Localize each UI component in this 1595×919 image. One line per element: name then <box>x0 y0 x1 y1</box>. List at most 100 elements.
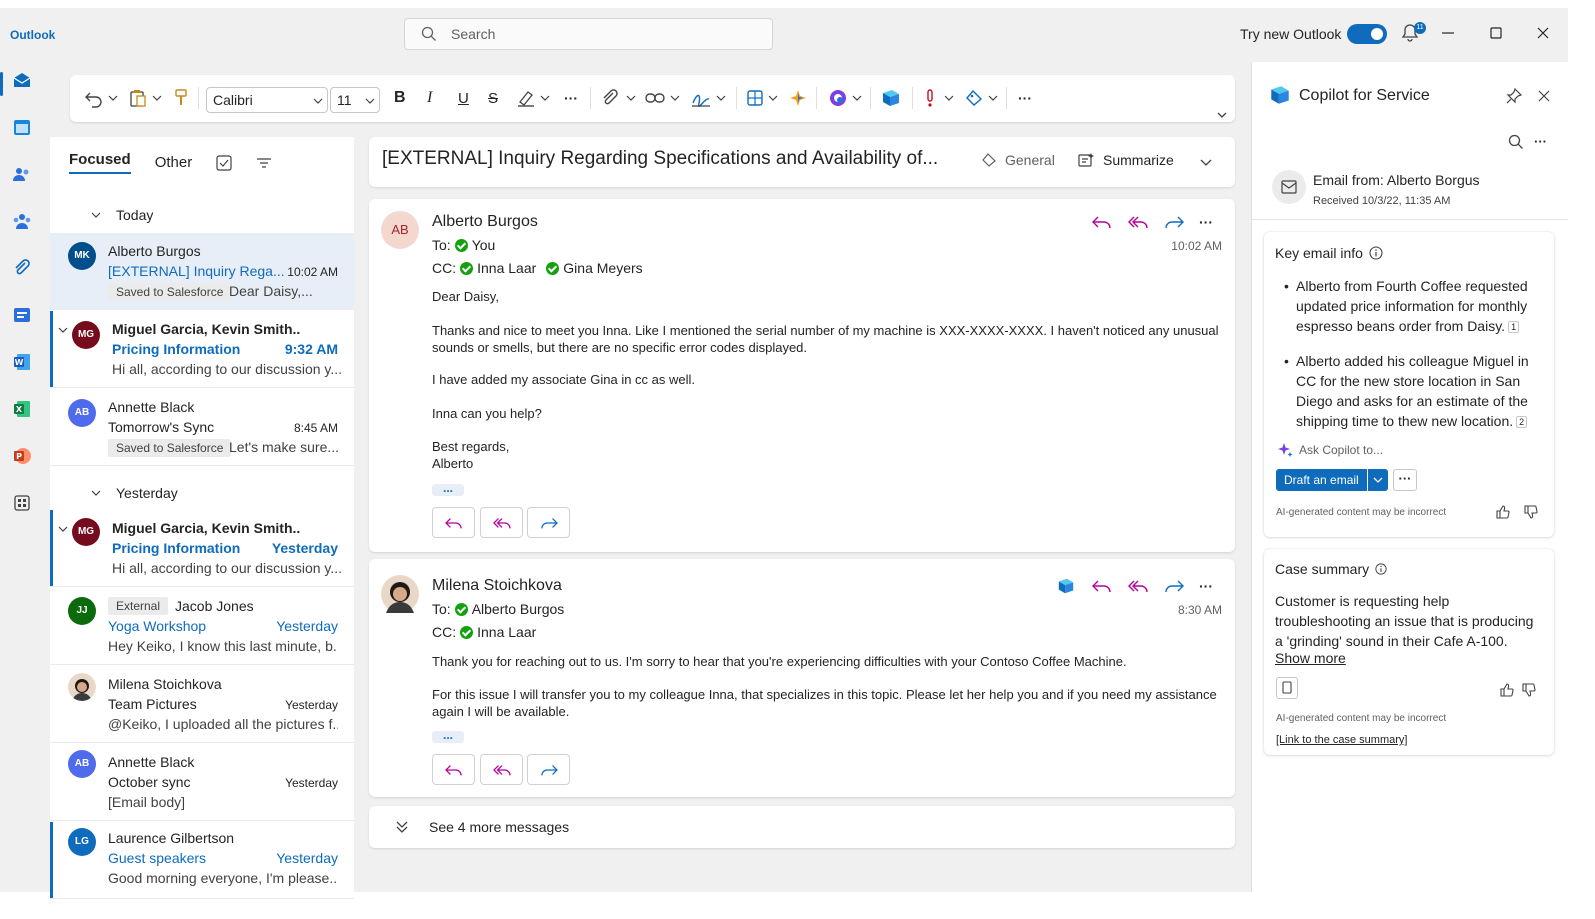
chevron-down-icon[interactable] <box>768 88 778 108</box>
paste-icon[interactable] <box>128 88 148 108</box>
forward-icon[interactable] <box>1163 213 1185 231</box>
citation-ref[interactable]: 1 <box>1508 321 1520 334</box>
group-yesterday[interactable]: Yesterday <box>90 485 178 501</box>
importance-icon[interactable] <box>924 88 936 108</box>
list-item[interactable]: Milena Stoichkova Team Pictures Yesterda… <box>50 666 354 743</box>
recipient[interactable]: Inna Laar <box>477 624 536 640</box>
chevron-down-icon[interactable] <box>108 88 118 108</box>
show-quoted-button[interactable]: ... <box>432 729 464 743</box>
list-item[interactable]: AB Annette Black October sync Yesterday … <box>50 744 354 821</box>
recipient[interactable]: Inna Laar <box>477 260 536 276</box>
list-item[interactable]: MG Miguel Garcia, Kevin Smith.. Pricing … <box>50 311 354 388</box>
font-size-select[interactable]: 11 <box>330 87 380 113</box>
chevron-down-icon[interactable] <box>1372 474 1384 486</box>
recipient[interactable]: Alberto Burgos <box>472 601 565 617</box>
list-item[interactable]: LG Laurence Gilbertson Guest speakers Ye… <box>50 822 354 899</box>
more-apps-icon[interactable] <box>12 493 32 513</box>
case-summary-link[interactable]: [Link to the case summary] <box>1276 734 1407 746</box>
draft-email-button[interactable]: Draft an email <box>1276 473 1367 487</box>
highlight-icon[interactable] <box>516 88 538 108</box>
word-icon[interactable]: W <box>12 352 32 372</box>
italic-button[interactable]: I <box>427 88 432 108</box>
chevron-down-icon[interactable] <box>1199 157 1213 169</box>
mail-icon[interactable] <box>12 70 32 90</box>
thumbs-up-icon[interactable] <box>1500 683 1514 697</box>
search-box[interactable]: Search <box>404 18 773 50</box>
chevron-down-icon[interactable] <box>852 88 862 108</box>
forward-icon[interactable] <box>1163 577 1185 595</box>
search-icon[interactable] <box>1508 134 1524 150</box>
thumbs-down-icon[interactable] <box>1522 683 1536 697</box>
filter-icon[interactable] <box>256 155 272 171</box>
chevron-down-icon[interactable] <box>944 88 954 108</box>
reply-button[interactable] <box>432 754 475 785</box>
copilot-service-icon[interactable] <box>1055 577 1077 595</box>
tab-focused[interactable]: Focused <box>69 151 131 174</box>
bold-button[interactable]: B <box>394 88 406 108</box>
reply-icon[interactable] <box>1091 577 1113 595</box>
reply-all-button[interactable] <box>480 754 523 785</box>
underline-button[interactable]: U <box>458 88 469 108</box>
sensitivity-label[interactable]: General <box>981 152 1055 168</box>
close-icon[interactable] <box>1535 25 1551 41</box>
more-actions-button[interactable]: ··· <box>1199 214 1213 230</box>
attach-icon[interactable] <box>600 88 620 108</box>
chevron-down-icon[interactable] <box>670 88 680 108</box>
reply-button[interactable] <box>432 507 475 538</box>
attachments-icon[interactable] <box>12 258 32 278</box>
info-icon[interactable] <box>1375 563 1387 575</box>
citation-ref[interactable]: 2 <box>1516 416 1528 429</box>
forward-button[interactable] <box>527 754 570 785</box>
chevron-down-icon[interactable] <box>626 88 636 108</box>
list-item[interactable]: JJ External Jacob Jones Yoga Workshop Ye… <box>50 588 354 665</box>
select-icon[interactable] <box>216 154 232 171</box>
summarize-button[interactable]: Summarize <box>1077 152 1174 168</box>
ribbon-expand-chevron-icon[interactable] <box>1216 105 1228 125</box>
link-icon[interactable] <box>644 88 666 108</box>
reply-all-icon[interactable] <box>1127 577 1149 595</box>
try-new-outlook-toggle[interactable] <box>1347 24 1387 44</box>
chevron-down-icon[interactable] <box>58 325 68 335</box>
pin-icon[interactable] <box>1506 88 1522 104</box>
list-item[interactable]: MK Alberto Burgos [EXTERNAL] Inquiry Reg… <box>50 233 354 310</box>
reply-all-button[interactable] <box>480 507 523 538</box>
format-painter-icon[interactable] <box>172 88 190 108</box>
chevron-down-icon[interactable] <box>540 88 550 108</box>
reply-icon[interactable] <box>1091 213 1113 231</box>
strikethrough-button[interactable]: S <box>488 88 498 108</box>
copy-button[interactable] <box>1276 677 1298 699</box>
todo-icon[interactable] <box>12 305 32 325</box>
more-actions-button[interactable]: ··· <box>1199 578 1213 594</box>
tab-other[interactable]: Other <box>155 154 193 171</box>
forward-button[interactable] <box>527 507 570 538</box>
thumbs-up-icon[interactable] <box>1496 505 1510 519</box>
info-icon[interactable] <box>1369 246 1383 260</box>
powerpoint-icon[interactable]: P <box>12 446 32 466</box>
more-options-button[interactable]: ··· <box>1534 134 1547 149</box>
designer-icon[interactable] <box>788 88 808 108</box>
people-icon[interactable] <box>12 164 32 184</box>
copilot-service-icon[interactable] <box>880 88 902 108</box>
group-today[interactable]: Today <box>90 207 153 223</box>
minimize-icon[interactable] <box>1440 25 1456 41</box>
chevron-down-icon[interactable] <box>716 88 726 108</box>
ribbon-overflow-button[interactable]: ··· <box>1018 88 1032 108</box>
reply-all-icon[interactable] <box>1127 213 1149 231</box>
table-icon[interactable] <box>746 88 764 108</box>
more-actions-button[interactable]: ··· <box>1393 469 1417 491</box>
chevron-down-icon[interactable] <box>988 88 998 108</box>
signature-icon[interactable] <box>690 88 712 108</box>
more-formatting-button[interactable]: ··· <box>564 88 578 108</box>
chevron-down-icon[interactable] <box>152 88 162 108</box>
ask-copilot-prompt[interactable]: Ask Copilot to... <box>1277 442 1383 458</box>
show-quoted-button[interactable]: ... <box>432 482 464 496</box>
recipient[interactable]: You <box>472 237 496 253</box>
list-item[interactable]: MG Miguel Garcia, Kevin Smith.. Pricing … <box>50 510 354 587</box>
loop-icon[interactable] <box>828 88 848 108</box>
recipient[interactable]: Gina Meyers <box>563 260 642 276</box>
maximize-icon[interactable] <box>1488 25 1504 41</box>
list-item[interactable]: AB Annette Black Tomorrow's Sync 8:45 AM… <box>50 389 354 466</box>
sensitivity-icon[interactable] <box>964 88 984 108</box>
thumbs-down-icon[interactable] <box>1524 505 1538 519</box>
font-family-select[interactable]: Calibri <box>206 87 328 113</box>
